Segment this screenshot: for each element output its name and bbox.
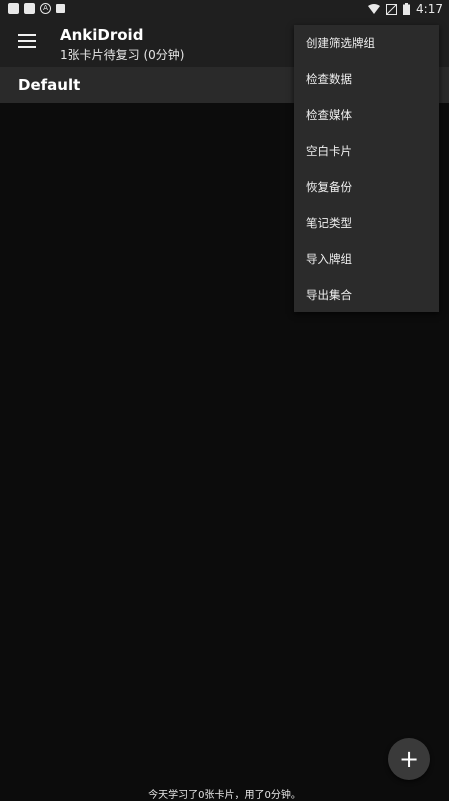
overflow-menu: 创建筛选牌组 检查数据 检查媒体 空白卡片 恢复备份 笔记类型 导入牌组 导出集… xyxy=(294,25,439,312)
menu-item-export-collection[interactable]: 导出集合 xyxy=(294,277,439,313)
notification-icon xyxy=(24,3,35,14)
menu-item-create-filtered-deck[interactable]: 创建筛选牌组 xyxy=(294,25,439,61)
anki-icon: A xyxy=(40,3,51,14)
status-bar: A 4:17 xyxy=(0,0,449,20)
app-title: AnkiDroid xyxy=(60,26,144,44)
deck-name: Default xyxy=(18,76,81,94)
status-bar-notifications: A xyxy=(8,3,65,14)
menu-item-empty-cards[interactable]: 空白卡片 xyxy=(294,133,439,169)
menu-item-restore-backup[interactable]: 恢复备份 xyxy=(294,169,439,205)
no-signal-icon xyxy=(386,3,398,15)
notification-icon xyxy=(56,4,65,13)
study-summary-text: 今天学习了0张卡片，用了0分钟。 xyxy=(148,790,301,801)
hamburger-menu-icon[interactable] xyxy=(18,34,36,50)
menu-item-note-types[interactable]: 笔记类型 xyxy=(294,205,439,241)
wifi-icon xyxy=(368,3,381,14)
battery-icon xyxy=(403,3,411,15)
app-subtitle: 1张卡片待复习 (0分钟) xyxy=(60,48,185,62)
menu-item-import-deck[interactable]: 导入牌组 xyxy=(294,241,439,277)
status-bar-system: 4:17 xyxy=(368,2,443,16)
plus-icon: + xyxy=(398,745,420,773)
notification-icon xyxy=(8,3,19,14)
status-time: 4:17 xyxy=(416,2,443,16)
menu-item-check-database[interactable]: 检查数据 xyxy=(294,61,439,97)
menu-item-check-media[interactable]: 检查媒体 xyxy=(294,97,439,133)
add-fab-button[interactable]: + xyxy=(388,738,430,780)
